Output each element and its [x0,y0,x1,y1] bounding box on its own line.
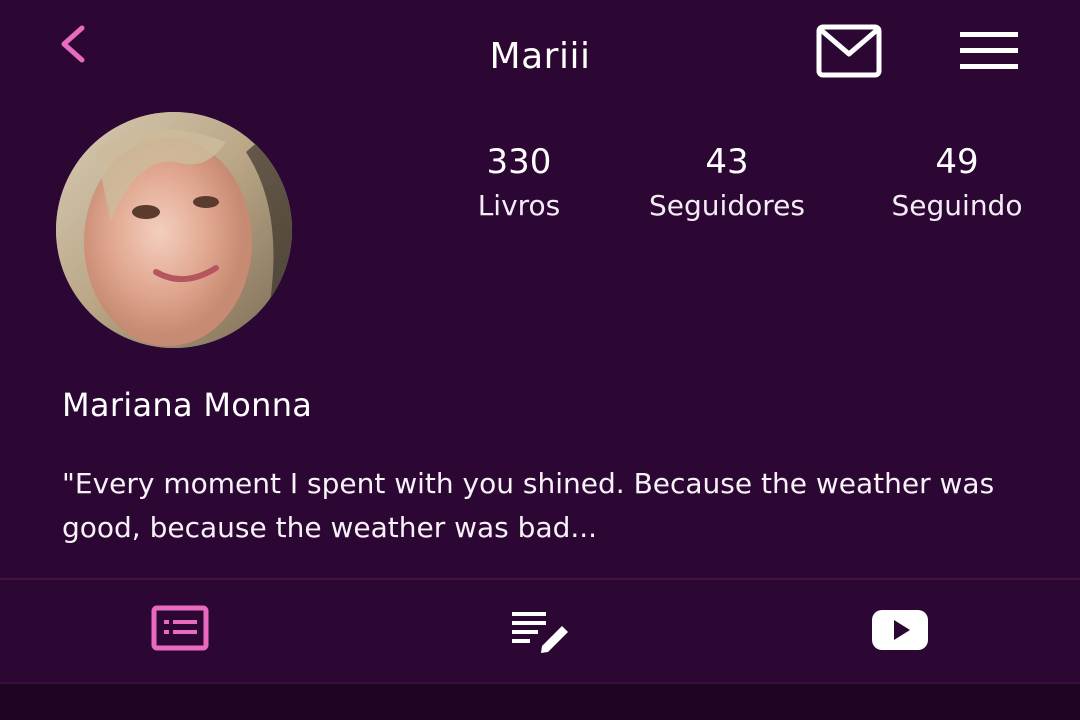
mail-icon [816,24,882,78]
page-title: Mariii [489,36,591,77]
tab-about[interactable] [140,602,220,658]
following-label: Seguindo [891,189,1023,222]
hamburger-menu-icon [960,32,1018,69]
profile-tabbar [0,580,1080,680]
books-label: Livros [477,189,561,222]
tab-posts[interactable] [500,602,580,658]
bottom-content-area [0,682,1080,720]
edit-list-icon [512,612,568,653]
profile-photo [56,112,292,348]
menu-button[interactable] [958,28,1020,74]
books-count: 330 [486,142,552,182]
stat-followers[interactable]: 43 Seguidores [630,140,824,228]
video-play-icon [872,610,928,650]
messages-button[interactable] [816,24,882,78]
profile-name: Mariana Monna [62,386,313,424]
profile-screen: Mariii 330 Livros 43 Seguidores 49 Segui… [0,0,1080,720]
profile-bio: "Every moment I spent with you shined. B… [62,467,995,544]
app-header: Mariii [0,0,1080,110]
avatar[interactable] [56,112,292,348]
stat-following[interactable]: 49 Seguindo [874,140,1040,228]
following-count: 49 [935,142,979,182]
followers-count: 43 [705,142,749,182]
stat-books[interactable]: 330 Livros [458,140,580,228]
profile-card-icon [151,605,209,651]
tab-videos[interactable] [860,602,940,658]
followers-label: Seguidores [649,189,805,222]
